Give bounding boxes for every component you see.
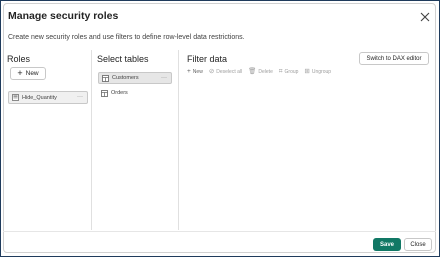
footer-divider bbox=[3, 231, 436, 232]
delete-label: Delete bbox=[258, 69, 273, 75]
table-icon bbox=[101, 89, 108, 97]
table-item-label: Customers bbox=[112, 75, 139, 81]
group-icon: ⌗ bbox=[278, 67, 283, 75]
more-options-icon[interactable]: ··· bbox=[161, 75, 167, 81]
save-button[interactable]: Save bbox=[373, 238, 401, 251]
trash-icon: 🗑 bbox=[248, 67, 257, 75]
new-role-button[interactable]: + New bbox=[10, 67, 46, 80]
roles-heading: Roles bbox=[7, 54, 31, 64]
divider bbox=[178, 50, 179, 230]
tables-panel: Select tables Customers ··· Orders bbox=[94, 50, 176, 230]
filter-heading: Filter data bbox=[187, 54, 228, 64]
group-button[interactable]: ⌗ Group bbox=[278, 67, 299, 76]
role-item-label: Hide_Quantity bbox=[22, 94, 57, 101]
dialog-title: Manage security roles bbox=[8, 10, 119, 22]
plus-icon: + bbox=[17, 68, 23, 78]
roles-panel: Roles + New Hide_Quantity ··· bbox=[5, 50, 89, 230]
new-filter-button[interactable]: + New bbox=[187, 67, 203, 76]
table-item-label: Orders bbox=[111, 90, 128, 96]
new-role-label: New bbox=[25, 70, 39, 77]
close-icon[interactable] bbox=[420, 12, 430, 22]
deselect-all-label: Deselect all bbox=[216, 69, 243, 75]
table-item-customers[interactable]: Customers ··· bbox=[98, 72, 172, 84]
delete-button[interactable]: 🗑 Delete bbox=[248, 67, 273, 76]
role-icon bbox=[12, 94, 19, 101]
tables-heading: Select tables bbox=[97, 54, 149, 64]
divider bbox=[91, 50, 92, 230]
group-label: Group bbox=[284, 69, 299, 75]
dialog-description: Create new security roles and use filter… bbox=[8, 34, 245, 41]
new-filter-label: New bbox=[192, 69, 203, 75]
filter-toolbar: + New ⊘ Deselect all 🗑 Delete ⌗ Group ⊞ … bbox=[187, 67, 337, 77]
ungroup-icon: ⊞ bbox=[304, 67, 310, 75]
more-options-icon[interactable]: ··· bbox=[77, 94, 83, 100]
switch-to-dax-editor-button[interactable]: Switch to DAX editor bbox=[359, 52, 429, 65]
deselect-all-button[interactable]: ⊘ Deselect all bbox=[208, 67, 243, 76]
plus-icon: + bbox=[187, 67, 191, 75]
ungroup-label: Ungroup bbox=[311, 69, 332, 75]
table-icon bbox=[102, 74, 109, 82]
filter-panel: Filter data Switch to DAX editor + New ⊘… bbox=[181, 50, 433, 230]
ungroup-button[interactable]: ⊞ Ungroup bbox=[304, 67, 332, 76]
deselect-icon: ⊘ bbox=[208, 67, 215, 75]
close-button[interactable]: Close bbox=[404, 238, 432, 251]
role-item-hide-quantity[interactable]: Hide_Quantity ··· bbox=[8, 91, 88, 104]
table-item-orders[interactable]: Orders bbox=[98, 87, 172, 99]
